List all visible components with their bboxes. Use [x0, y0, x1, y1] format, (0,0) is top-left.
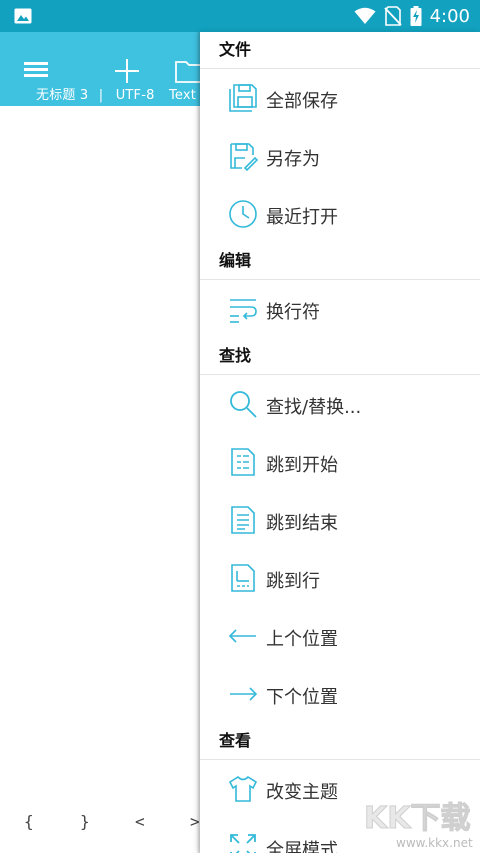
status-bar: 4:00: [0, 0, 480, 32]
section-header-edit: 编辑: [200, 243, 480, 280]
menu-label: 全屏模式: [266, 840, 338, 853]
menu-item-previous-position[interactable]: 上个位置: [200, 607, 480, 665]
document-top-icon: [231, 448, 255, 476]
watermark-logo: KK下载: [364, 801, 472, 837]
symbol-close-brace[interactable]: }: [80, 812, 90, 831]
menu-item-line-break[interactable]: 换行符: [200, 280, 480, 338]
shirt-icon: [228, 775, 258, 802]
document-bottom-icon: [231, 506, 255, 534]
menu-label: 跳到结束: [266, 513, 338, 534]
new-file-icon[interactable]: [112, 56, 142, 86]
menu-item-go-to-line[interactable]: 跳到行: [200, 549, 480, 607]
navigation-drawer: 文件 全部保存 另存为 最近打开 编辑 换行符 查找 查找/替换... 跳到开始…: [200, 32, 480, 853]
menu-label: 换行符: [266, 302, 320, 323]
mode-label: Text: [168, 88, 197, 103]
document-info: 无标题 3 | UTF-8 Text: [36, 84, 202, 103]
clock-icon: [229, 200, 257, 228]
no-sim-icon: [383, 6, 402, 26]
clock-time: 4:00: [429, 5, 470, 27]
menu-item-find-replace[interactable]: 查找/替换...: [200, 375, 480, 433]
arrow-left-icon: [228, 629, 256, 643]
image-notification-icon: [14, 8, 32, 24]
save-all-icon: [229, 84, 257, 112]
menu-item-save-all[interactable]: 全部保存: [200, 69, 480, 127]
menu-icon[interactable]: [22, 56, 52, 82]
menu-item-go-to-start[interactable]: 跳到开始: [200, 433, 480, 491]
symbol-open-brace[interactable]: {: [24, 812, 34, 831]
fullscreen-icon: [230, 834, 256, 853]
document-line-icon: [231, 564, 255, 592]
menu-label: 下个位置: [266, 687, 338, 708]
wifi-icon: [354, 7, 376, 24]
menu-label: 上个位置: [266, 629, 338, 650]
info-separator: |: [98, 88, 104, 103]
menu-label: 全部保存: [266, 91, 338, 112]
menu-item-go-to-end[interactable]: 跳到结束: [200, 491, 480, 549]
battery-charging-icon: [410, 6, 422, 26]
filename: 无标题 3: [36, 88, 89, 103]
svg-text:KK下载: KK下载: [364, 801, 471, 836]
encoding-label: UTF-8: [115, 88, 155, 103]
search-icon: [230, 391, 257, 418]
menu-item-recent[interactable]: 最近打开: [200, 185, 480, 243]
section-header-file: 文件: [200, 32, 480, 69]
menu-label: 另存为: [266, 149, 320, 170]
section-header-find: 查找: [200, 338, 480, 375]
watermark: KK下载 www.kkx.net: [360, 796, 480, 853]
line-break-icon: [230, 299, 257, 323]
arrow-right-icon: [230, 687, 258, 701]
menu-label: 跳到行: [266, 571, 320, 592]
menu-item-next-position[interactable]: 下个位置: [200, 665, 480, 723]
menu-item-save-as[interactable]: 另存为: [200, 127, 480, 185]
watermark-url: www.kkx.net: [396, 836, 473, 850]
section-header-view: 查看: [200, 723, 480, 760]
menu-label: 改变主题: [266, 782, 338, 803]
menu-label: 最近打开: [266, 207, 338, 228]
symbol-less-than[interactable]: <: [135, 812, 145, 831]
menu-label: 跳到开始: [266, 455, 338, 476]
save-as-icon: [230, 143, 258, 171]
menu-label: 查找/替换...: [266, 397, 362, 418]
